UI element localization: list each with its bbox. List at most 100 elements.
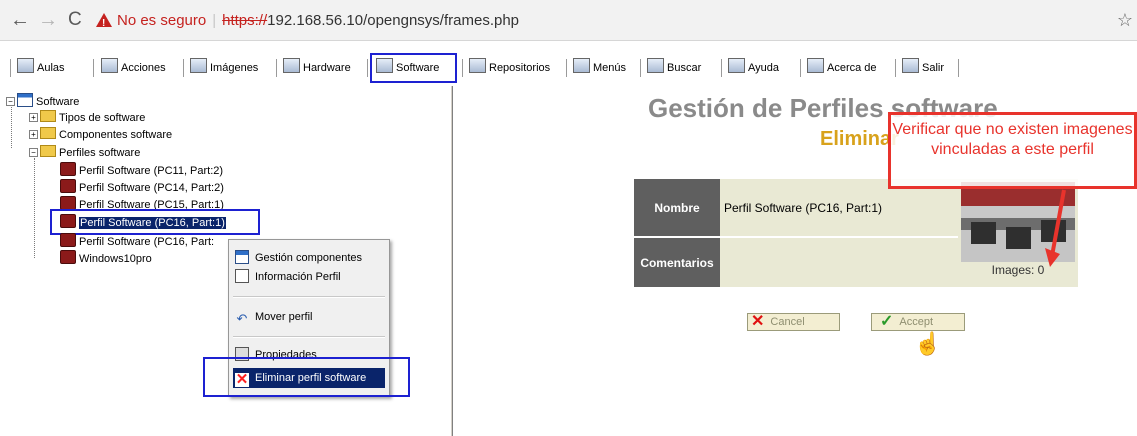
accept-label: Accept [899,316,934,328]
tree-node-componentes[interactable]: + Componentes software [29,127,172,143]
back-arrow-icon[interactable]: ← [10,10,30,30]
toolbar-acciones[interactable]: Acciones [101,58,166,78]
toolbar-acerca-de[interactable]: Acerca de [807,58,877,78]
components-icon [235,250,249,264]
cancel-button[interactable]: ✕ Cancel [747,313,840,331]
toolbar-divider [93,59,94,77]
folder-icon [40,110,56,122]
delete-highlight-box [203,357,410,397]
repository-icon [469,58,486,73]
profile-icon [60,196,76,210]
hardware-icon [283,58,300,73]
toolbar-label: Buscar [667,62,702,74]
toolbar-divider [462,59,463,77]
accept-button[interactable]: ✓ Accept [871,313,965,331]
tree-line [34,158,35,258]
bookmark-star-icon[interactable]: ☆ [1117,10,1133,31]
toolbar-divider [183,59,184,77]
tree-line [11,104,12,148]
warning-icon [96,13,112,34]
url-field[interactable]: No es seguro | https://192.168.56.10/openg… [96,11,520,34]
cancel-x-icon: ✕ [751,313,765,330]
toolbar-label: Acerca de [827,62,877,74]
toolbar-repositorios[interactable]: Repositorios [469,58,550,78]
toolbar-imagenes[interactable]: Imágenes [190,58,258,78]
info-icon [235,269,249,283]
url-separator: | [212,12,217,29]
menu-item-gestion-componentes[interactable]: Gestión componentes [233,248,385,268]
toolbar-buscar[interactable]: Buscar [647,58,701,78]
menu-item-informacion-perfil[interactable]: Información Perfil [233,267,385,287]
app-toolbar: Aulas Acciones Imágenes Hardware Softwar… [0,50,1137,86]
browser-address-bar: ← → C No es seguro | https://192.168.56.10… [0,0,1137,41]
comments-value [720,237,958,287]
toolbar-divider [276,59,277,77]
annotation-text: Verificar que no existen imagenes vincul… [892,121,1133,158]
toolbar-divider [958,59,959,77]
name-label: Nombre [634,179,720,238]
reload-icon[interactable]: C [68,10,82,30]
tree-node-tipos[interactable]: + Tipos de software [29,110,145,126]
profile-icon [60,162,76,176]
toolbar-divider [566,59,567,77]
move-icon: ↶ [236,311,248,326]
software-highlight-box [370,53,457,83]
annotation-box: Verificar que no existen imagenes vincul… [888,112,1137,189]
tree-profile-item[interactable]: Perfil Software (PC14, Part:2) [60,179,224,196]
cancel-label: Cancel [770,316,805,328]
search-icon [647,58,664,73]
toolbar-divider [895,59,896,77]
profile-icon [60,233,76,247]
profile-label: Perfil Software (PC16, Part: [79,236,215,248]
classroom-icon [17,58,34,73]
tree-profile-item[interactable]: Perfil Software (PC11, Part:2) [60,162,223,179]
toolbar-divider [640,59,641,77]
toolbar-label: Repositorios [489,62,551,74]
menu-item-mover-perfil[interactable]: ↶ Mover perfil [233,307,385,327]
software-icon [17,93,33,107]
tree-profile-item[interactable]: Perfil Software (PC16, Part: [60,233,228,250]
toolbar-ayuda[interactable]: Ayuda [728,58,779,78]
toolbar-salir[interactable]: Salir [902,58,944,78]
collapse-icon[interactable]: − [6,97,15,106]
actions-icon [101,58,118,73]
security-label: No es seguro [117,12,207,29]
toolbar-aulas[interactable]: Aulas [17,58,65,78]
menu-item-label: Información Perfil [255,271,341,283]
tree-node-label: Perfiles software [59,147,141,159]
frame-divider[interactable] [450,86,453,436]
tree-profile-item[interactable]: Windows10pro [60,250,152,267]
profile-icon [60,179,76,193]
url-path: 192.168.56.10/opengnsys/frames.php [267,12,520,29]
menu-separator [233,336,385,338]
tree-root-label: Software [36,96,80,108]
forward-arrow-icon[interactable]: → [38,10,58,30]
toolbar-label: Acciones [121,62,166,74]
help-icon [728,58,745,73]
url-scheme: https:// [222,12,268,29]
tree-node-perfiles[interactable]: − Perfiles software [29,145,140,161]
collapse-icon[interactable]: − [29,148,38,157]
toolbar-label: Hardware [303,62,351,74]
toolbar-label: Ayuda [748,62,779,74]
profile-label: Perfil Software (PC11, Part:2) [79,165,224,177]
tree-node-label: Tipos de software [59,112,146,124]
toolbar-hardware[interactable]: Hardware [283,58,351,78]
toolbar-divider [721,59,722,77]
toolbar-divider [10,59,11,77]
tree-node-label: Componentes software [59,129,173,141]
expand-icon[interactable]: + [29,130,38,139]
folder-icon [40,127,56,139]
toolbar-menus[interactable]: Menús [573,58,626,78]
profile-icon [60,250,76,264]
tree-root[interactable]: − Software [6,93,79,110]
menu-item-label: Mover perfil [255,311,313,323]
comments-label: Comentarios [634,237,720,287]
menu-item-label: Gestión componentes [255,252,363,264]
profile-label: Perfil Software (PC14, Part:2) [79,182,224,194]
images-icon [190,58,207,73]
expand-icon[interactable]: + [29,113,38,122]
toolbar-label: Menús [593,62,627,74]
toolbar-divider [367,59,368,77]
profile-detail-table: Nombre Perfil Software (PC16, Part:1) Im… [634,179,1078,287]
